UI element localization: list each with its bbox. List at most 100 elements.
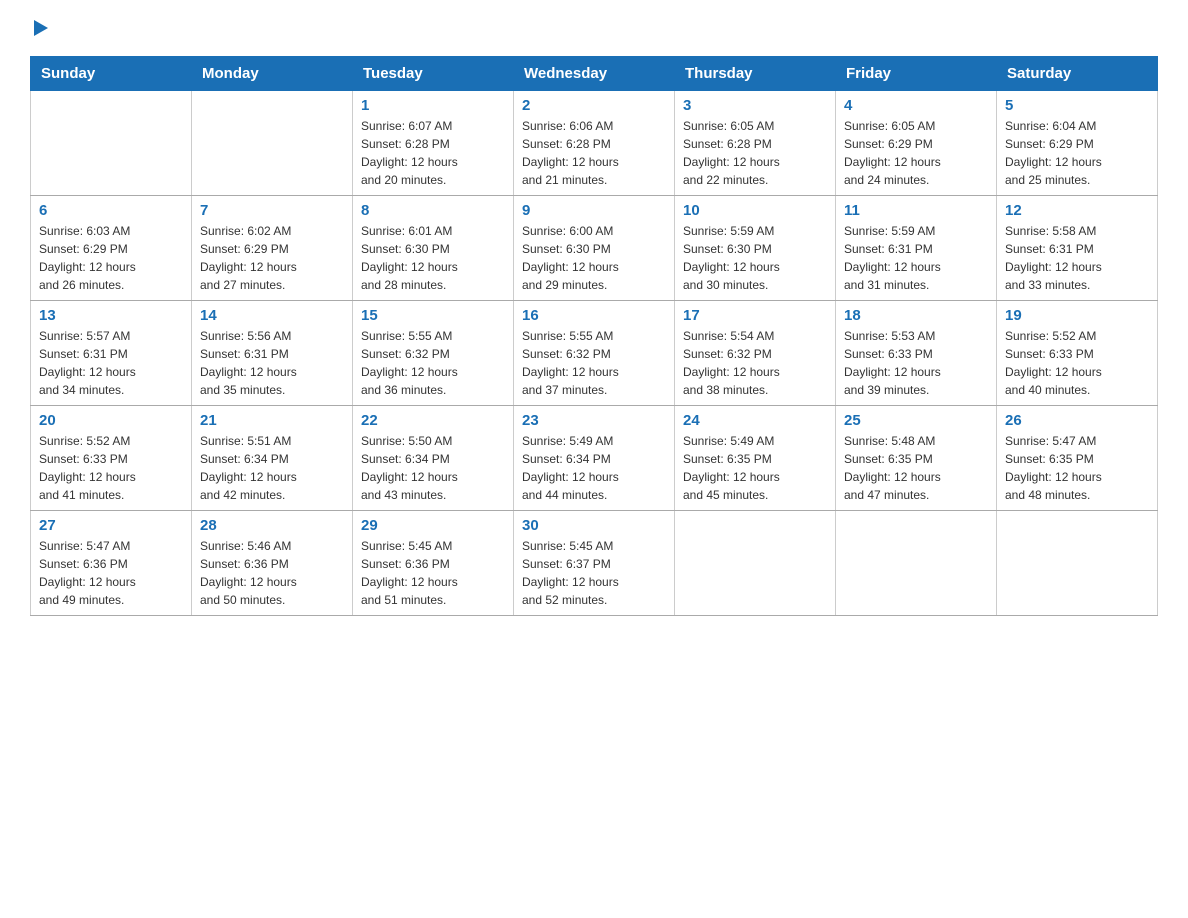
calendar-cell: 27 Sunrise: 5:47 AM Sunset: 6:36 PM Dayli… <box>31 511 192 616</box>
day-number: 21 <box>200 412 344 429</box>
day-info: Sunrise: 5:52 AM Sunset: 6:33 PM Dayligh… <box>1005 327 1149 399</box>
calendar-cell <box>192 91 353 196</box>
calendar-cell: 7 Sunrise: 6:02 AM Sunset: 6:29 PM Daylig… <box>192 196 353 301</box>
calendar-header-monday: Monday <box>192 57 353 91</box>
calendar-cell: 1 Sunrise: 6:07 AM Sunset: 6:28 PM Daylig… <box>353 91 514 196</box>
day-number: 20 <box>39 412 183 429</box>
calendar-cell: 13 Sunrise: 5:57 AM Sunset: 6:31 PM Dayli… <box>31 301 192 406</box>
calendar-week-2: 6 Sunrise: 6:03 AM Sunset: 6:29 PM Daylig… <box>31 196 1158 301</box>
day-info: Sunrise: 5:49 AM Sunset: 6:35 PM Dayligh… <box>683 432 827 504</box>
day-info: Sunrise: 5:45 AM Sunset: 6:37 PM Dayligh… <box>522 537 666 609</box>
day-number: 9 <box>522 202 666 219</box>
calendar-cell: 15Sunrise: 5:55 AM Sunset: 6:32 PM Dayli… <box>353 301 514 406</box>
calendar-cell: 23 Sunrise: 5:49 AM Sunset: 6:34 PM Dayli… <box>514 406 675 511</box>
calendar-cell: 3 Sunrise: 6:05 AM Sunset: 6:28 PM Daylig… <box>675 91 836 196</box>
day-info: Sunrise: 5:56 AM Sunset: 6:31 PM Dayligh… <box>200 327 344 399</box>
day-number: 10 <box>683 202 827 219</box>
calendar-cell: 14 Sunrise: 5:56 AM Sunset: 6:31 PM Dayli… <box>192 301 353 406</box>
day-info: Sunrise: 5:48 AM Sunset: 6:35 PM Dayligh… <box>844 432 988 504</box>
calendar-header-thursday: Thursday <box>675 57 836 91</box>
calendar-header-wednesday: Wednesday <box>514 57 675 91</box>
day-number: 28 <box>200 517 344 534</box>
day-info: Sunrise: 6:01 AM Sunset: 6:30 PM Dayligh… <box>361 222 505 294</box>
day-number: 4 <box>844 97 988 114</box>
day-number: 11 <box>844 202 988 219</box>
calendar-cell <box>31 91 192 196</box>
day-number: 12 <box>1005 202 1149 219</box>
calendar-cell: 12 Sunrise: 5:58 AM Sunset: 6:31 PM Dayli… <box>997 196 1158 301</box>
day-number: 18 <box>844 307 988 324</box>
calendar-cell: 25Sunrise: 5:48 AM Sunset: 6:35 PM Dayli… <box>836 406 997 511</box>
day-info: Sunrise: 5:57 AM Sunset: 6:31 PM Dayligh… <box>39 327 183 399</box>
calendar-header-tuesday: Tuesday <box>353 57 514 91</box>
day-info: Sunrise: 5:47 AM Sunset: 6:35 PM Dayligh… <box>1005 432 1149 504</box>
day-number: 16 <box>522 307 666 324</box>
day-info: Sunrise: 6:07 AM Sunset: 6:28 PM Dayligh… <box>361 117 505 189</box>
calendar-cell: 29Sunrise: 5:45 AM Sunset: 6:36 PM Dayli… <box>353 511 514 616</box>
day-info: Sunrise: 5:45 AM Sunset: 6:36 PM Dayligh… <box>361 537 505 609</box>
day-number: 6 <box>39 202 183 219</box>
day-number: 2 <box>522 97 666 114</box>
calendar-table: SundayMondayTuesdayWednesdayThursdayFrid… <box>30 56 1158 616</box>
day-info: Sunrise: 5:46 AM Sunset: 6:36 PM Dayligh… <box>200 537 344 609</box>
calendar-cell <box>836 511 997 616</box>
logo-box <box>30 20 48 36</box>
calendar-cell: 11 Sunrise: 5:59 AM Sunset: 6:31 PM Dayli… <box>836 196 997 301</box>
day-info: Sunrise: 5:51 AM Sunset: 6:34 PM Dayligh… <box>200 432 344 504</box>
day-number: 8 <box>361 202 505 219</box>
calendar-cell: 18 Sunrise: 5:53 AM Sunset: 6:33 PM Dayli… <box>836 301 997 406</box>
calendar-cell: 22Sunrise: 5:50 AM Sunset: 6:34 PM Dayli… <box>353 406 514 511</box>
day-number: 3 <box>683 97 827 114</box>
calendar-cell: 9 Sunrise: 6:00 AM Sunset: 6:30 PM Daylig… <box>514 196 675 301</box>
day-info: Sunrise: 5:53 AM Sunset: 6:33 PM Dayligh… <box>844 327 988 399</box>
day-info: Sunrise: 5:54 AM Sunset: 6:32 PM Dayligh… <box>683 327 827 399</box>
day-info: Sunrise: 6:05 AM Sunset: 6:29 PM Dayligh… <box>844 117 988 189</box>
calendar-cell: 5 Sunrise: 6:04 AM Sunset: 6:29 PM Daylig… <box>997 91 1158 196</box>
day-number: 14 <box>200 307 344 324</box>
calendar-cell: 4 Sunrise: 6:05 AM Sunset: 6:29 PM Daylig… <box>836 91 997 196</box>
calendar-cell: 20 Sunrise: 5:52 AM Sunset: 6:33 PM Dayli… <box>31 406 192 511</box>
calendar-cell: 24 Sunrise: 5:49 AM Sunset: 6:35 PM Dayli… <box>675 406 836 511</box>
calendar-cell <box>675 511 836 616</box>
calendar-cell: 8 Sunrise: 6:01 AM Sunset: 6:30 PM Daylig… <box>353 196 514 301</box>
day-info: Sunrise: 5:59 AM Sunset: 6:30 PM Dayligh… <box>683 222 827 294</box>
day-number: 13 <box>39 307 183 324</box>
calendar-cell: 16Sunrise: 5:55 AM Sunset: 6:32 PM Dayli… <box>514 301 675 406</box>
day-number: 7 <box>200 202 344 219</box>
day-number: 24 <box>683 412 827 429</box>
calendar-cell: 17 Sunrise: 5:54 AM Sunset: 6:32 PM Dayli… <box>675 301 836 406</box>
calendar-header-saturday: Saturday <box>997 57 1158 91</box>
day-info: Sunrise: 6:04 AM Sunset: 6:29 PM Dayligh… <box>1005 117 1149 189</box>
calendar-cell: 26 Sunrise: 5:47 AM Sunset: 6:35 PM Dayli… <box>997 406 1158 511</box>
day-info: Sunrise: 5:47 AM Sunset: 6:36 PM Dayligh… <box>39 537 183 609</box>
day-info: Sunrise: 6:06 AM Sunset: 6:28 PM Dayligh… <box>522 117 666 189</box>
day-number: 1 <box>361 97 505 114</box>
day-info: Sunrise: 6:00 AM Sunset: 6:30 PM Dayligh… <box>522 222 666 294</box>
page-header <box>30 20 1158 36</box>
calendar-cell: 2 Sunrise: 6:06 AM Sunset: 6:28 PM Daylig… <box>514 91 675 196</box>
day-number: 5 <box>1005 97 1149 114</box>
day-info: Sunrise: 5:59 AM Sunset: 6:31 PM Dayligh… <box>844 222 988 294</box>
calendar-cell: 21 Sunrise: 5:51 AM Sunset: 6:34 PM Dayli… <box>192 406 353 511</box>
day-number: 27 <box>39 517 183 534</box>
day-info: Sunrise: 5:52 AM Sunset: 6:33 PM Dayligh… <box>39 432 183 504</box>
calendar-cell: 30Sunrise: 5:45 AM Sunset: 6:37 PM Dayli… <box>514 511 675 616</box>
calendar-week-1: 1 Sunrise: 6:07 AM Sunset: 6:28 PM Daylig… <box>31 91 1158 196</box>
calendar-cell: 10 Sunrise: 5:59 AM Sunset: 6:30 PM Dayli… <box>675 196 836 301</box>
day-info: Sunrise: 6:03 AM Sunset: 6:29 PM Dayligh… <box>39 222 183 294</box>
day-number: 17 <box>683 307 827 324</box>
day-info: Sunrise: 6:05 AM Sunset: 6:28 PM Dayligh… <box>683 117 827 189</box>
calendar-header-sunday: Sunday <box>31 57 192 91</box>
calendar-cell: 19Sunrise: 5:52 AM Sunset: 6:33 PM Dayli… <box>997 301 1158 406</box>
calendar-week-3: 13 Sunrise: 5:57 AM Sunset: 6:31 PM Dayli… <box>31 301 1158 406</box>
day-number: 23 <box>522 412 666 429</box>
logo-arrow-icon <box>34 20 48 36</box>
calendar-cell <box>997 511 1158 616</box>
day-info: Sunrise: 6:02 AM Sunset: 6:29 PM Dayligh… <box>200 222 344 294</box>
day-number: 22 <box>361 412 505 429</box>
calendar-cell: 6 Sunrise: 6:03 AM Sunset: 6:29 PM Daylig… <box>31 196 192 301</box>
day-info: Sunrise: 5:49 AM Sunset: 6:34 PM Dayligh… <box>522 432 666 504</box>
calendar-header-row: SundayMondayTuesdayWednesdayThursdayFrid… <box>31 57 1158 91</box>
day-info: Sunrise: 5:58 AM Sunset: 6:31 PM Dayligh… <box>1005 222 1149 294</box>
day-number: 26 <box>1005 412 1149 429</box>
